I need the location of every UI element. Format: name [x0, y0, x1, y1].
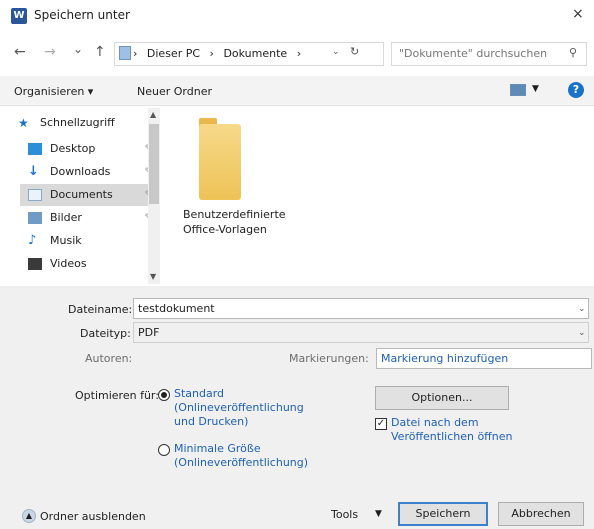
- sidebar-item-label: Documents: [50, 188, 113, 201]
- breadcrumb-separator: ›: [133, 47, 138, 60]
- filename-value: testdokument: [138, 302, 215, 315]
- open-after-checkbox[interactable]: ✓: [375, 418, 387, 430]
- opt-min-desc: (Onlineveröffentlichung): [174, 456, 309, 469]
- hide-folders-button[interactable]: Ordner ausblenden: [40, 510, 146, 523]
- sidebar-item-label: Bilder: [50, 211, 82, 224]
- star-icon: ★: [18, 116, 29, 130]
- opt-standard-label: Standard: [174, 387, 225, 400]
- filename-label: Dateiname:: [68, 303, 133, 316]
- filetype-select[interactable]: [133, 322, 589, 343]
- sidebar-item-label: Desktop: [50, 142, 96, 155]
- refresh-icon[interactable]: ↻: [350, 45, 359, 58]
- search-placeholder: "Dokumente" durchsuchen: [399, 47, 548, 60]
- authors-label: Autoren:: [85, 352, 133, 365]
- tags-placeholder: Markierung hinzufügen: [381, 352, 509, 365]
- help-icon[interactable]: ?: [568, 82, 584, 98]
- breadcrumb-separator: ›: [209, 47, 214, 60]
- music-icon: ♪: [28, 233, 37, 248]
- breadcrumb-separator[interactable]: ›: [297, 47, 301, 60]
- sidebar-item-desktop[interactable]: Desktop ✎: [20, 138, 160, 160]
- chevron-down-icon[interactable]: ▼: [375, 509, 382, 519]
- back-arrow-icon[interactable]: ←: [14, 44, 26, 60]
- opt-minimal[interactable]: Minimale Größe (Onlineveröffentlichung): [174, 442, 308, 470]
- filetype-value: PDF: [138, 326, 160, 339]
- filetype-label: Dateityp:: [80, 327, 131, 340]
- search-icon[interactable]: ⚲: [569, 46, 577, 59]
- scroll-down-icon[interactable]: ▼: [150, 272, 156, 281]
- address-dropdown-icon[interactable]: ⌄: [332, 47, 340, 57]
- options-button[interactable]: Optionen...: [375, 386, 509, 410]
- view-options-icon[interactable]: [510, 84, 526, 96]
- tags-label: Markierungen:: [289, 352, 369, 365]
- sidebar-item-label: Downloads: [50, 165, 111, 178]
- scroll-up-icon[interactable]: ▲: [150, 110, 156, 119]
- sidebar-item-videos[interactable]: Videos: [20, 253, 160, 275]
- navigation-pane: ★ Schnellzugriff Desktop ✎ ↓ Downloads ✎…: [10, 108, 160, 282]
- scrollbar-thumb[interactable]: [149, 124, 159, 204]
- cancel-button[interactable]: Abbrechen: [498, 502, 584, 526]
- open-after-label[interactable]: Datei nach dem Veröffentlichen öffnen: [391, 416, 531, 444]
- opt-min-label: Minimale Größe: [174, 442, 261, 455]
- sidebar-item-music[interactable]: ♪ Musik: [20, 230, 160, 252]
- sidebar-item-label: Videos: [50, 257, 87, 270]
- up-arrow-icon[interactable]: ↑: [94, 44, 106, 60]
- chevron-down-icon[interactable]: ⌄: [578, 328, 586, 338]
- recent-locations-icon[interactable]: ⌄: [73, 42, 83, 56]
- document-icon: [28, 189, 42, 201]
- window-title: Speichern unter: [34, 8, 130, 22]
- sidebar-item-label: Schnellzugriff: [40, 116, 115, 129]
- location-icon: [119, 46, 131, 60]
- word-icon: W: [11, 8, 27, 24]
- sidebar-item-downloads[interactable]: ↓ Downloads ✎: [20, 161, 160, 183]
- desktop-icon: [28, 143, 42, 155]
- folder-icon[interactable]: [199, 124, 241, 200]
- breadcrumb: › Dieser PC › Dokumente ›: [133, 47, 307, 60]
- new-folder-button[interactable]: Neuer Ordner: [137, 85, 212, 98]
- sidebar-item-documents[interactable]: Documents ✎: [20, 184, 160, 206]
- organize-button[interactable]: Organisieren ▾: [14, 85, 93, 98]
- folder-label[interactable]: Benutzerdefinierte Office-Vorlagen: [183, 207, 286, 237]
- radio-standard[interactable]: [158, 389, 170, 401]
- tools-button[interactable]: Tools: [331, 508, 358, 521]
- pictures-icon: [28, 212, 42, 224]
- optimize-label: Optimieren für:: [75, 389, 159, 402]
- chevron-up-icon[interactable]: ▲: [22, 509, 36, 523]
- close-icon[interactable]: ×: [572, 6, 584, 22]
- save-button[interactable]: Speichern: [398, 502, 488, 526]
- sidebar-item-pictures[interactable]: Bilder ✎: [20, 207, 160, 229]
- breadcrumb-this-pc[interactable]: Dieser PC: [147, 47, 200, 60]
- forward-arrow-icon[interactable]: →: [44, 44, 56, 60]
- radio-minimal-size[interactable]: [158, 444, 170, 456]
- download-icon: ↓: [28, 164, 39, 179]
- opt-standard-desc: (Onlineveröffentlichung und Drucken): [174, 401, 304, 428]
- chevron-down-icon[interactable]: ▼: [532, 84, 539, 94]
- sidebar-item-quick-access[interactable]: ★ Schnellzugriff: [10, 112, 150, 134]
- chevron-down-icon[interactable]: ⌄: [578, 304, 586, 314]
- video-icon: [28, 258, 42, 270]
- sidebar-item-label: Musik: [50, 234, 82, 247]
- opt-standard[interactable]: Standard (Onlineveröffentlichung und Dru…: [174, 387, 304, 429]
- breadcrumb-documents[interactable]: Dokumente: [223, 47, 287, 60]
